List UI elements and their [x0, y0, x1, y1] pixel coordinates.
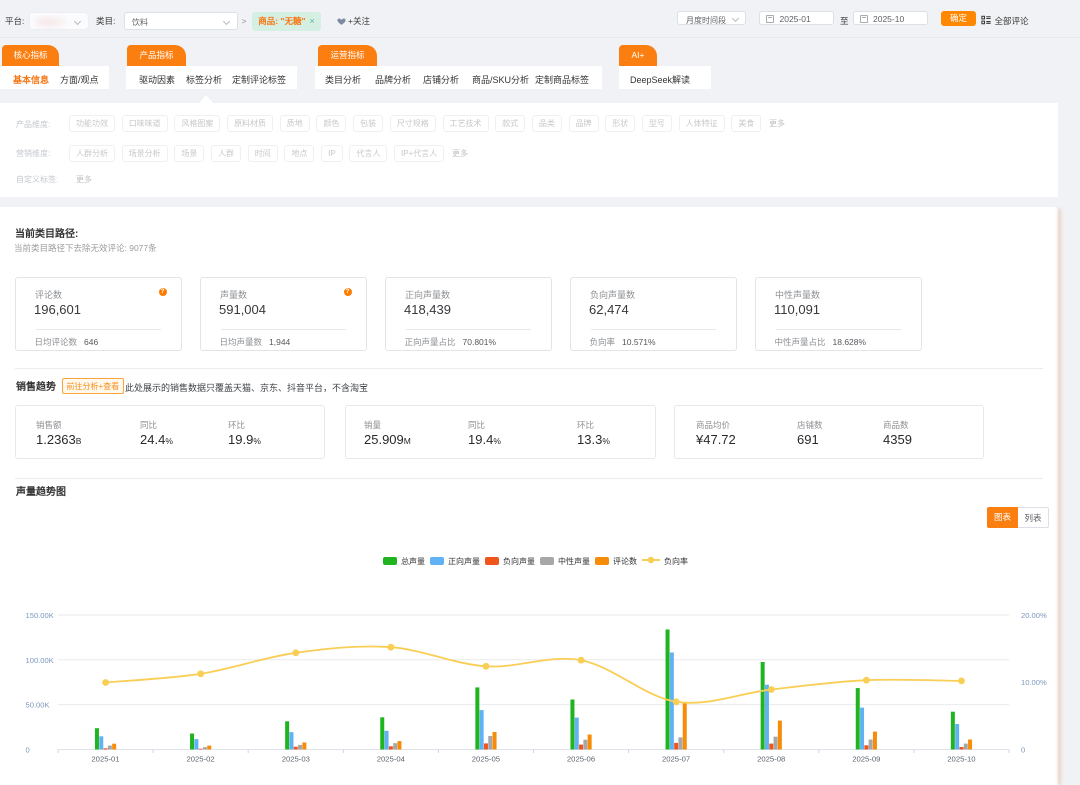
svg-text:20.00%: 20.00%: [1021, 611, 1047, 620]
svg-text:2025-08: 2025-08: [757, 755, 785, 764]
svg-text:0: 0: [1021, 746, 1025, 755]
svg-text:2025-05: 2025-05: [472, 755, 500, 764]
svg-text:2025-06: 2025-06: [567, 755, 595, 764]
svg-text:150.00K: 150.00K: [26, 611, 54, 620]
svg-text:0: 0: [26, 746, 30, 755]
svg-text:2025-07: 2025-07: [662, 755, 690, 764]
svg-text:2025-02: 2025-02: [186, 755, 214, 764]
svg-text:2025-09: 2025-09: [852, 755, 880, 764]
svg-text:2025-10: 2025-10: [947, 755, 975, 764]
svg-text:100.00K: 100.00K: [26, 656, 54, 665]
svg-text:10.00%: 10.00%: [1021, 678, 1047, 687]
svg-text:2025-01: 2025-01: [91, 755, 119, 764]
svg-text:50.00K: 50.00K: [26, 701, 50, 710]
svg-text:2025-04: 2025-04: [377, 755, 406, 764]
svg-text:2025-03: 2025-03: [282, 755, 310, 764]
